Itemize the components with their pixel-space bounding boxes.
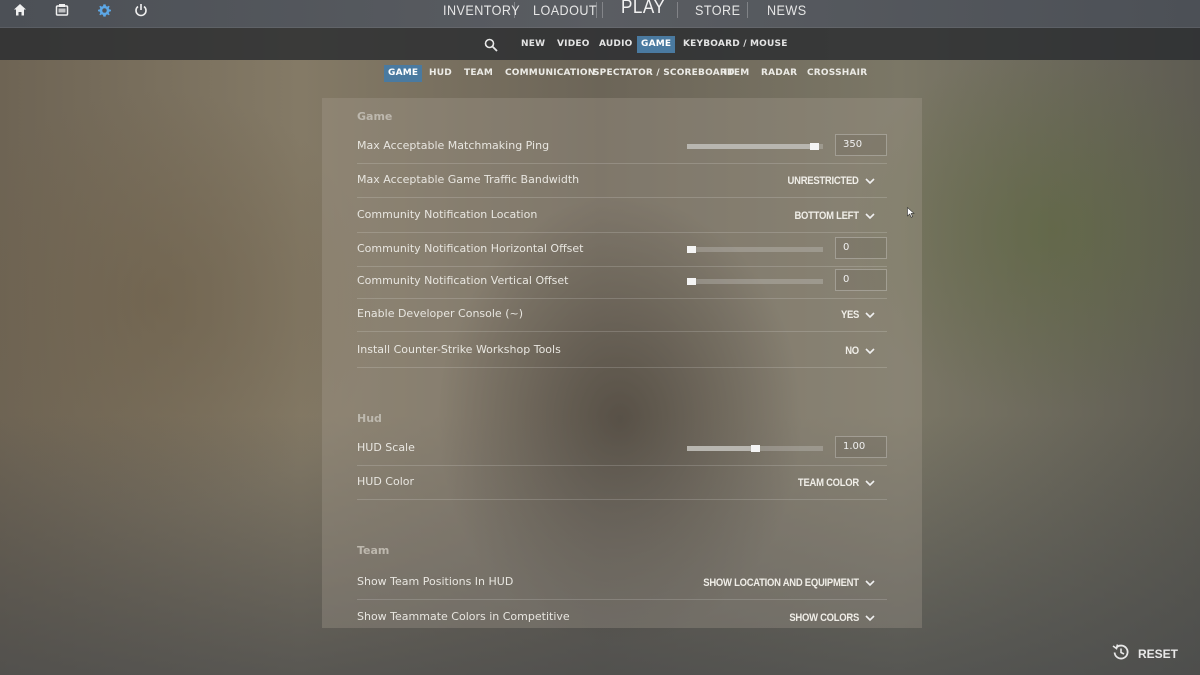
setting-row-matchmaking-ping: Max Acceptable Matchmaking Ping 350 — [357, 130, 887, 164]
dropdown-value: YES — [840, 309, 859, 321]
vertical-offset-input[interactable]: 0 — [835, 269, 887, 291]
tab-new[interactable]: NEW — [517, 36, 549, 53]
nav-divider — [596, 2, 597, 18]
setting-label: Show Team Positions In HUD — [357, 575, 514, 588]
chevron-down-icon — [865, 310, 875, 320]
hud-color-dropdown[interactable]: TEAM COLOR — [788, 475, 875, 491]
bandwidth-dropdown[interactable]: UNRESTRICTED — [776, 173, 875, 189]
notification-location-dropdown[interactable]: BOTTOM LEFT — [784, 208, 875, 224]
subtab-spectator-scoreboard[interactable]: SPECTATOR / SCOREBOARD — [589, 65, 739, 82]
nav-loadout[interactable]: LOADOUT — [533, 0, 597, 22]
slider-fill — [687, 144, 819, 149]
slider-handle[interactable] — [810, 143, 819, 150]
nav-divider — [747, 2, 748, 18]
hud-scale-slider[interactable] — [687, 445, 823, 452]
vertical-offset-slider[interactable] — [687, 278, 823, 285]
setting-row-teammate-colors: Show Teammate Colors in Competitive SHOW… — [357, 601, 887, 635]
setting-row-team-positions: Show Team Positions In HUD SHOW LOCATION… — [357, 566, 887, 600]
section-title-game: Game — [357, 110, 393, 123]
chevron-down-icon — [865, 176, 875, 186]
reset-label: RESET — [1137, 646, 1178, 661]
setting-label: Community Notification Horizontal Offset — [357, 242, 584, 255]
subtab-team[interactable]: TEAM — [460, 65, 497, 82]
subtab-crosshair[interactable]: CROSSHAIR — [803, 65, 871, 82]
subtab-game[interactable]: GAME — [384, 65, 423, 82]
chevron-down-icon — [865, 478, 875, 488]
slider-fill — [687, 446, 755, 451]
developer-console-dropdown[interactable]: YES — [838, 307, 875, 323]
dropdown-value: UNRESTRICTED — [787, 175, 859, 187]
dropdown-value: SHOW LOCATION AND EQUIPMENT — [703, 577, 860, 589]
setting-row-workshop-tools: Install Counter-Strike Workshop Tools NO — [357, 334, 887, 368]
history-reset-icon — [1112, 643, 1130, 664]
search-icon[interactable] — [484, 37, 498, 56]
setting-row-hud-scale: HUD Scale 1.00 — [357, 432, 887, 466]
setting-label: HUD Scale — [357, 441, 415, 454]
nav-divider — [602, 2, 603, 18]
setting-label: Community Notification Vertical Offset — [357, 274, 569, 287]
nav-store[interactable]: STORE — [695, 0, 740, 22]
tab-keyboard-mouse[interactable]: KEYBOARD / MOUSE — [679, 36, 792, 53]
section-title-hud: Hud — [357, 412, 382, 425]
dropdown-value: SHOW COLORS — [789, 612, 859, 624]
setting-row-vertical-offset: Community Notification Vertical Offset 0 — [357, 265, 887, 299]
mouse-cursor-icon — [907, 203, 915, 222]
team-positions-dropdown[interactable]: SHOW LOCATION AND EQUIPMENT — [678, 575, 875, 591]
setting-label: Show Teammate Colors in Competitive — [357, 610, 570, 623]
chevron-down-icon — [865, 346, 875, 356]
setting-label: Enable Developer Console (~) — [357, 307, 523, 320]
slider-handle[interactable] — [687, 246, 696, 253]
nav-divider — [677, 2, 678, 18]
setting-label: Community Notification Location — [357, 208, 538, 221]
power-icon[interactable] — [131, 0, 151, 20]
dropdown-value: BOTTOM LEFT — [794, 210, 860, 222]
subtab-communication[interactable]: COMMUNICATION — [501, 65, 600, 82]
tab-game[interactable]: GAME — [637, 36, 676, 53]
setting-label: Install Counter-Strike Workshop Tools — [357, 343, 561, 356]
dropdown-value: NO — [845, 345, 859, 357]
reset-button[interactable]: RESET — [1112, 643, 1178, 664]
chevron-down-icon — [865, 613, 875, 623]
setting-row-notification-location: Community Notification Location BOTTOM L… — [357, 199, 887, 233]
ping-value-input[interactable]: 350 — [835, 134, 887, 156]
horizontal-offset-slider[interactable] — [687, 246, 823, 253]
setting-label: HUD Color — [357, 475, 415, 488]
setting-label: Max Acceptable Matchmaking Ping — [357, 139, 550, 152]
setting-label: Max Acceptable Game Traffic Bandwidth — [357, 173, 580, 186]
hud-scale-input[interactable]: 1.00 — [835, 436, 887, 458]
settings-gear-icon[interactable] — [94, 0, 114, 20]
setting-row-hud-color: HUD Color TEAM COLOR — [357, 466, 887, 500]
subtab-item[interactable]: ITEM — [720, 65, 753, 82]
nav-inventory[interactable]: INVENTORY — [443, 0, 520, 22]
tab-video[interactable]: VIDEO — [553, 36, 594, 53]
section-title-team: Team — [357, 544, 390, 557]
horizontal-offset-input[interactable]: 0 — [835, 237, 887, 259]
slider-handle[interactable] — [751, 445, 760, 452]
nav-news[interactable]: NEWS — [767, 0, 807, 22]
chevron-down-icon — [865, 211, 875, 221]
home-icon[interactable] — [10, 0, 30, 20]
subtab-hud[interactable]: HUD — [425, 65, 456, 82]
subtab-radar[interactable]: RADAR — [757, 65, 801, 82]
setting-row-developer-console: Enable Developer Console (~) YES — [357, 298, 887, 332]
slider-handle[interactable] — [687, 278, 696, 285]
setting-row-horizontal-offset: Community Notification Horizontal Offset… — [357, 233, 887, 267]
tab-audio[interactable]: AUDIO — [595, 36, 636, 53]
chevron-down-icon — [865, 578, 875, 588]
nav-play[interactable]: PLAY — [621, 0, 665, 20]
ping-slider[interactable] — [687, 143, 823, 150]
teammate-colors-dropdown[interactable]: SHOW COLORS — [778, 610, 875, 626]
setting-row-traffic-bandwidth: Max Acceptable Game Traffic Bandwidth UN… — [357, 164, 887, 198]
workshop-tools-dropdown[interactable]: NO — [843, 343, 875, 359]
inventory-box-icon[interactable] — [52, 0, 72, 20]
top-nav-bar: INVENTORY LOADOUT PLAY STORE NEWS — [0, 0, 1200, 28]
dropdown-value: TEAM COLOR — [797, 477, 859, 489]
nav-divider — [514, 2, 515, 18]
